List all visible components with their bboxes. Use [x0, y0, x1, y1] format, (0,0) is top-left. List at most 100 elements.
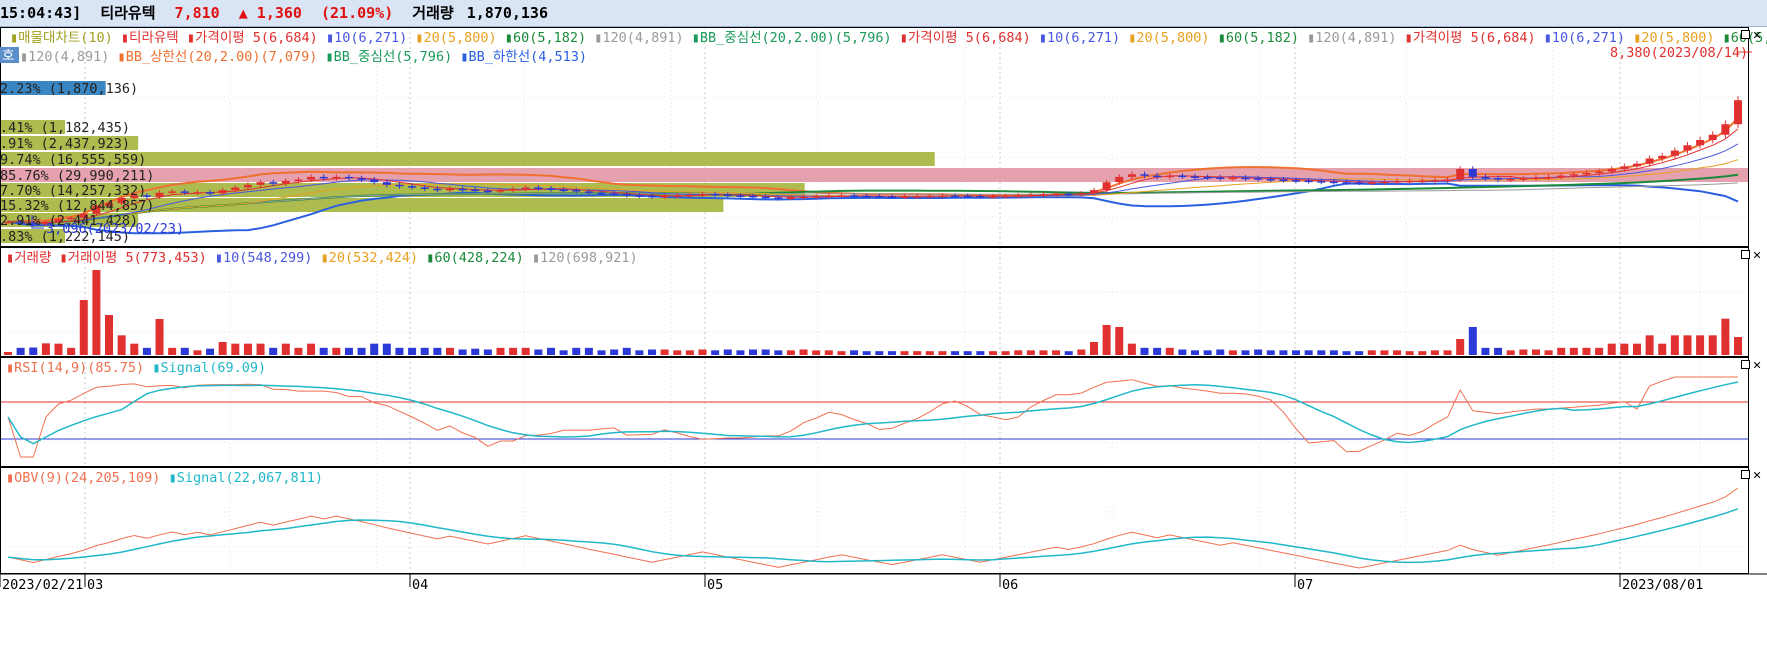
volume-bar — [521, 347, 530, 355]
volume-bar — [1367, 350, 1376, 355]
candle-body — [1506, 179, 1515, 181]
volume-bar — [458, 349, 467, 355]
candle-body — [584, 191, 593, 193]
candle-body — [673, 195, 682, 197]
volume-bar — [79, 300, 88, 355]
panel-maximize-icon — [1741, 30, 1750, 39]
candle-body — [496, 190, 505, 192]
volume-bar — [1089, 342, 1098, 355]
obv-signal-line — [7, 508, 1739, 564]
volume-bar — [875, 351, 884, 355]
candle-body — [307, 176, 316, 180]
volume-bar — [1304, 350, 1313, 355]
volume-bar — [988, 351, 997, 355]
candle-body — [357, 178, 366, 180]
volume-bar — [1569, 347, 1578, 355]
volume-bar — [269, 347, 278, 355]
panel-close-icon: ✕ — [1753, 467, 1761, 483]
candle-body — [218, 190, 227, 194]
candle-body — [1064, 193, 1073, 196]
candle-body — [483, 190, 492, 193]
volume-profile-label: 85.76% (29,990,211) — [0, 168, 154, 184]
candle-body — [445, 188, 454, 191]
volume-bar — [16, 347, 25, 355]
volume-profile-label: 9.74% (16,555,559) — [0, 152, 146, 168]
volume-bar — [1708, 335, 1717, 355]
volume-bar — [4, 352, 12, 355]
panel-close-icon: ✕ — [1753, 357, 1761, 373]
volume-bar — [117, 335, 126, 355]
candle-body — [332, 176, 341, 179]
volume-bar — [660, 349, 669, 355]
volume-bar — [1405, 351, 1414, 355]
candle-body — [155, 192, 164, 197]
candle-body — [749, 195, 758, 198]
panel-frames — [0, 27, 1767, 575]
volume-bar — [850, 350, 859, 355]
volume-bar — [723, 349, 732, 355]
price-legend-line1: ▮매물대차트(10) ▮티라유텍 ▮가격이평 5(6,684) ▮10(6,27… — [10, 30, 1767, 46]
rsi-lines — [0, 376, 1748, 458]
candle-body — [1254, 178, 1263, 180]
candle-body — [1557, 175, 1566, 178]
candle-body — [1645, 158, 1654, 164]
candle-body — [1468, 169, 1477, 177]
volume-bar — [54, 343, 63, 355]
volume-bar — [357, 347, 366, 355]
time-label: 15:04:43] — [0, 4, 82, 22]
volume-profile-label: 15.32% (12,844,857) — [0, 198, 154, 214]
candle-body — [824, 195, 833, 198]
candle-body — [294, 179, 303, 182]
stock-name[interactable]: 티라유텍 — [100, 0, 155, 26]
grid-lines — [0, 27, 1748, 574]
volume-bar — [1519, 349, 1528, 355]
volume-bar — [1317, 350, 1326, 355]
volume-bar — [1228, 350, 1237, 355]
candle-body — [1544, 176, 1553, 179]
candle-body — [420, 187, 429, 189]
candle-body — [1519, 178, 1528, 180]
candle-body — [812, 196, 821, 198]
candle-body — [1102, 182, 1111, 191]
volume-bar — [1329, 350, 1338, 355]
volume-bar — [1670, 335, 1679, 355]
candle-body — [559, 189, 568, 192]
candle-body — [597, 192, 606, 195]
candle-body — [963, 195, 972, 198]
obv-line — [7, 487, 1739, 569]
candle-body — [1670, 150, 1679, 156]
candle-body — [1014, 195, 1023, 197]
volume-bar — [168, 347, 177, 355]
x-axis-label: 07 — [1297, 577, 1313, 593]
candle-body — [900, 196, 909, 198]
candle-body — [1228, 177, 1237, 180]
volume-bar — [900, 351, 909, 355]
candle-body — [1531, 177, 1540, 179]
volume-bar — [1140, 347, 1149, 355]
volume-bar — [736, 350, 745, 355]
volume-bar — [546, 347, 555, 355]
volume-bar — [597, 350, 606, 355]
volume-value: 1,870,136 — [466, 4, 548, 22]
volume-bar — [1165, 347, 1174, 355]
candle-body — [395, 184, 404, 187]
candle-body — [319, 176, 328, 179]
candle-body — [408, 186, 417, 188]
candle-body — [685, 194, 694, 197]
volume-bar — [307, 343, 316, 355]
candle-body — [1430, 180, 1439, 182]
x-axis-label: 2023/02/21 — [2, 577, 83, 593]
volume-bar — [1001, 351, 1010, 355]
candle-body — [723, 194, 732, 197]
stock-chart[interactable]: 2.23% (1,870,136) .41% (1,182,435).91% (2… — [0, 27, 1767, 670]
volume-bar — [1683, 335, 1692, 355]
panel-close-icon: ✕ — [1753, 27, 1761, 43]
title-bar: 15:04:43] 티라유텍 7,810 ▲ 1,360 (21.09%) 거래… — [0, 0, 1767, 27]
candle-body — [1203, 176, 1212, 179]
volume-bar — [41, 343, 50, 355]
volume-bar — [1014, 350, 1023, 355]
volume-bar — [1620, 343, 1629, 355]
rsi-signal-line — [7, 381, 1739, 445]
volume-bar — [584, 347, 593, 355]
candle-body — [1317, 181, 1326, 183]
